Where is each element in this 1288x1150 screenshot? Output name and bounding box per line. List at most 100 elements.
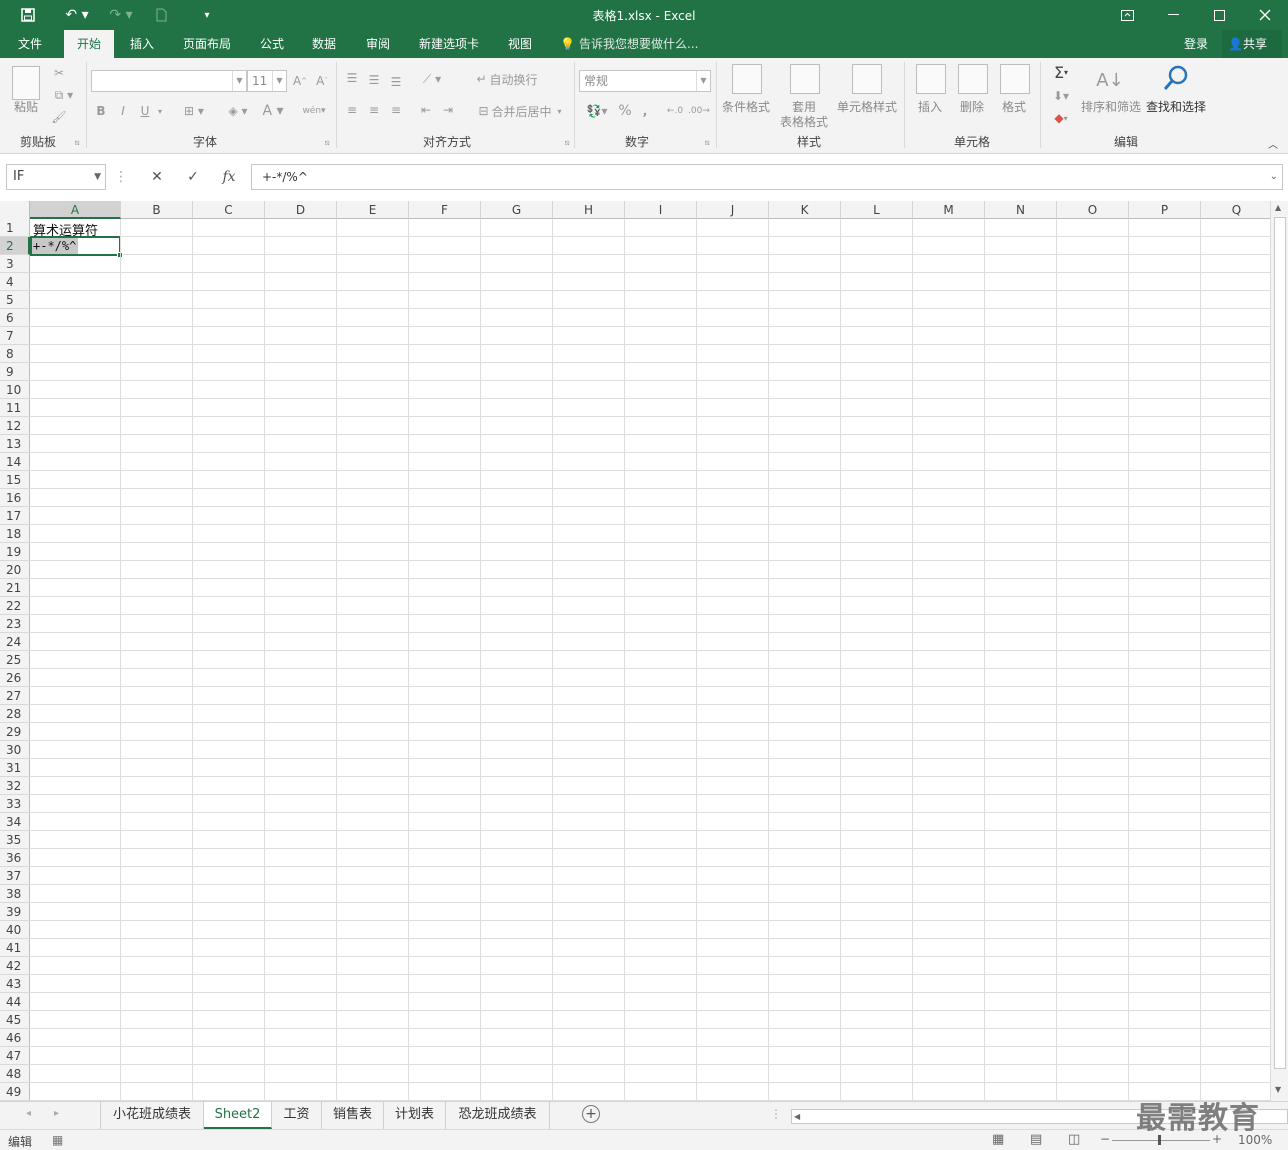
increase-indent-icon[interactable]: ⇥ [440,102,456,118]
macro-record-icon[interactable]: ▦ [52,1133,63,1147]
dialog-launcher-icon[interactable]: ⧅ [72,138,82,148]
borders-icon[interactable]: ⊞ ▾ [178,102,210,120]
row-header-26[interactable]: 26 [0,669,30,687]
row-header-7[interactable]: 7 [0,327,30,345]
row-header-18[interactable]: 18 [0,525,30,543]
row-header-34[interactable]: 34 [0,813,30,831]
page-break-view-icon[interactable]: ◫ [1068,1132,1080,1147]
zoom-out-icon[interactable]: − [1100,1132,1110,1146]
tab-review[interactable]: 审阅 [356,30,400,58]
row-header-3[interactable]: 3 [0,255,30,273]
row-header-31[interactable]: 31 [0,759,30,777]
tab-data[interactable]: 数据 [302,30,346,58]
decrease-indent-icon[interactable]: ⇤ [418,102,434,118]
row-header-21[interactable]: 21 [0,579,30,597]
row-header-39[interactable]: 39 [0,903,30,921]
row-header-4[interactable]: 4 [0,273,30,291]
decrease-font-icon[interactable]: Aˇ [314,72,330,90]
row-header-29[interactable]: 29 [0,723,30,741]
check-icon[interactable]: ✓ [178,164,208,190]
login-link[interactable]: 登录 [1184,30,1208,58]
column-header-i[interactable]: I [625,201,697,219]
vertical-scrollbar[interactable]: ▲ ▼ [1270,201,1288,1101]
row-header-20[interactable]: 20 [0,561,30,579]
add-sheet-icon[interactable]: + [582,1105,600,1123]
column-header-e[interactable]: E [337,201,409,219]
column-header-d[interactable]: D [265,201,337,219]
row-header-27[interactable]: 27 [0,687,30,705]
column-header-n[interactable]: N [985,201,1057,219]
formula-input[interactable]: +-*/%^ ⌄ [251,164,1283,190]
align-right-icon[interactable]: ≡ [388,102,404,118]
column-header-c[interactable]: C [193,201,265,219]
currency-icon[interactable]: 💱▾ [582,102,612,120]
zoom-slider[interactable] [1112,1135,1210,1145]
row-header-11[interactable]: 11 [0,399,30,417]
percent-button[interactable]: % [616,102,634,120]
column-header-l[interactable]: L [841,201,913,219]
close-icon[interactable] [1242,0,1288,30]
row-header-32[interactable]: 32 [0,777,30,795]
column-header-j[interactable]: J [697,201,769,219]
row-header-33[interactable]: 33 [0,795,30,813]
bold-button[interactable]: B [94,102,108,120]
clear-icon[interactable]: ◆ ▾ [1046,108,1076,128]
tab-insert[interactable]: 插入 [120,30,164,58]
column-header-b[interactable]: B [121,201,193,219]
row-header-35[interactable]: 35 [0,831,30,849]
orientation-icon[interactable]: ⟋ ▾ [418,70,446,88]
sheet-tab[interactable]: 工资 [272,1102,322,1129]
chevron-down-icon[interactable]: ⌄ [1270,165,1278,189]
wrap-text-button[interactable]: ↵ 自动换行 [470,70,544,88]
underline-button[interactable]: U [138,102,152,120]
scroll-sheets-right-icon[interactable]: ▸ [54,1108,59,1119]
sheet-tab[interactable]: 销售表 [322,1102,384,1129]
column-header-a[interactable]: A [30,201,121,219]
row-header-37[interactable]: 37 [0,867,30,885]
sheet-tab[interactable]: 计划表 [384,1102,446,1129]
collapse-ribbon-icon[interactable]: ︿ [1266,136,1280,151]
row-header-23[interactable]: 23 [0,615,30,633]
column-header-p[interactable]: P [1129,201,1201,219]
row-header-9[interactable]: 9 [0,363,30,381]
row-header-14[interactable]: 14 [0,453,30,471]
sheet-tab-active[interactable]: Sheet2 [204,1102,272,1129]
row-header-48[interactable]: 48 [0,1065,30,1083]
cells-area[interactable]: 算术运算符 +-*/%^ [30,219,1270,1101]
row-header-28[interactable]: 28 [0,705,30,723]
cancel-icon[interactable]: ✕ [142,164,172,190]
scroll-up-icon[interactable]: ▲ [1275,203,1281,212]
row-header-19[interactable]: 19 [0,543,30,561]
column-header-g[interactable]: G [481,201,553,219]
row-header-8[interactable]: 8 [0,345,30,363]
maximize-icon[interactable] [1196,0,1242,30]
tab-view[interactable]: 视图 [498,30,542,58]
row-header-41[interactable]: 41 [0,939,30,957]
page-layout-view-icon[interactable]: ▤ [1030,1132,1042,1147]
row-header-2[interactable]: 2 [0,237,30,255]
tab-file[interactable]: 文件 [8,30,52,58]
copy-icon[interactable]: ⧉ ▾ [50,86,78,104]
autosum-icon[interactable]: Σ ▾ [1046,62,1076,82]
row-header-16[interactable]: 16 [0,489,30,507]
dialog-launcher-icon[interactable]: ⧅ [562,138,572,148]
align-bottom-icon[interactable]: ☰ [388,74,404,90]
column-header-h[interactable]: H [553,201,625,219]
format-painter-icon[interactable]: 🖌 [50,108,68,126]
dialog-launcher-icon[interactable]: ⧅ [322,138,332,148]
row-header-15[interactable]: 15 [0,471,30,489]
row-header-46[interactable]: 46 [0,1029,30,1047]
row-header-42[interactable]: 42 [0,957,30,975]
fill-color-icon[interactable]: ◈ ▾ [222,102,254,120]
scroll-thumb[interactable] [1274,217,1286,1069]
font-name-combo[interactable]: ▼ [91,70,247,92]
scroll-down-icon[interactable]: ▼ [1275,1085,1281,1094]
row-header-6[interactable]: 6 [0,309,30,327]
align-middle-icon[interactable]: ☰ [366,72,382,88]
row-header-43[interactable]: 43 [0,975,30,993]
decrease-decimal-icon[interactable]: .00→ [688,102,710,120]
dialog-launcher-icon[interactable]: ⧅ [702,138,712,148]
cut-icon[interactable]: ✂ [50,64,68,82]
select-all-corner[interactable] [0,201,30,219]
align-left-icon[interactable]: ≡ [344,102,360,118]
